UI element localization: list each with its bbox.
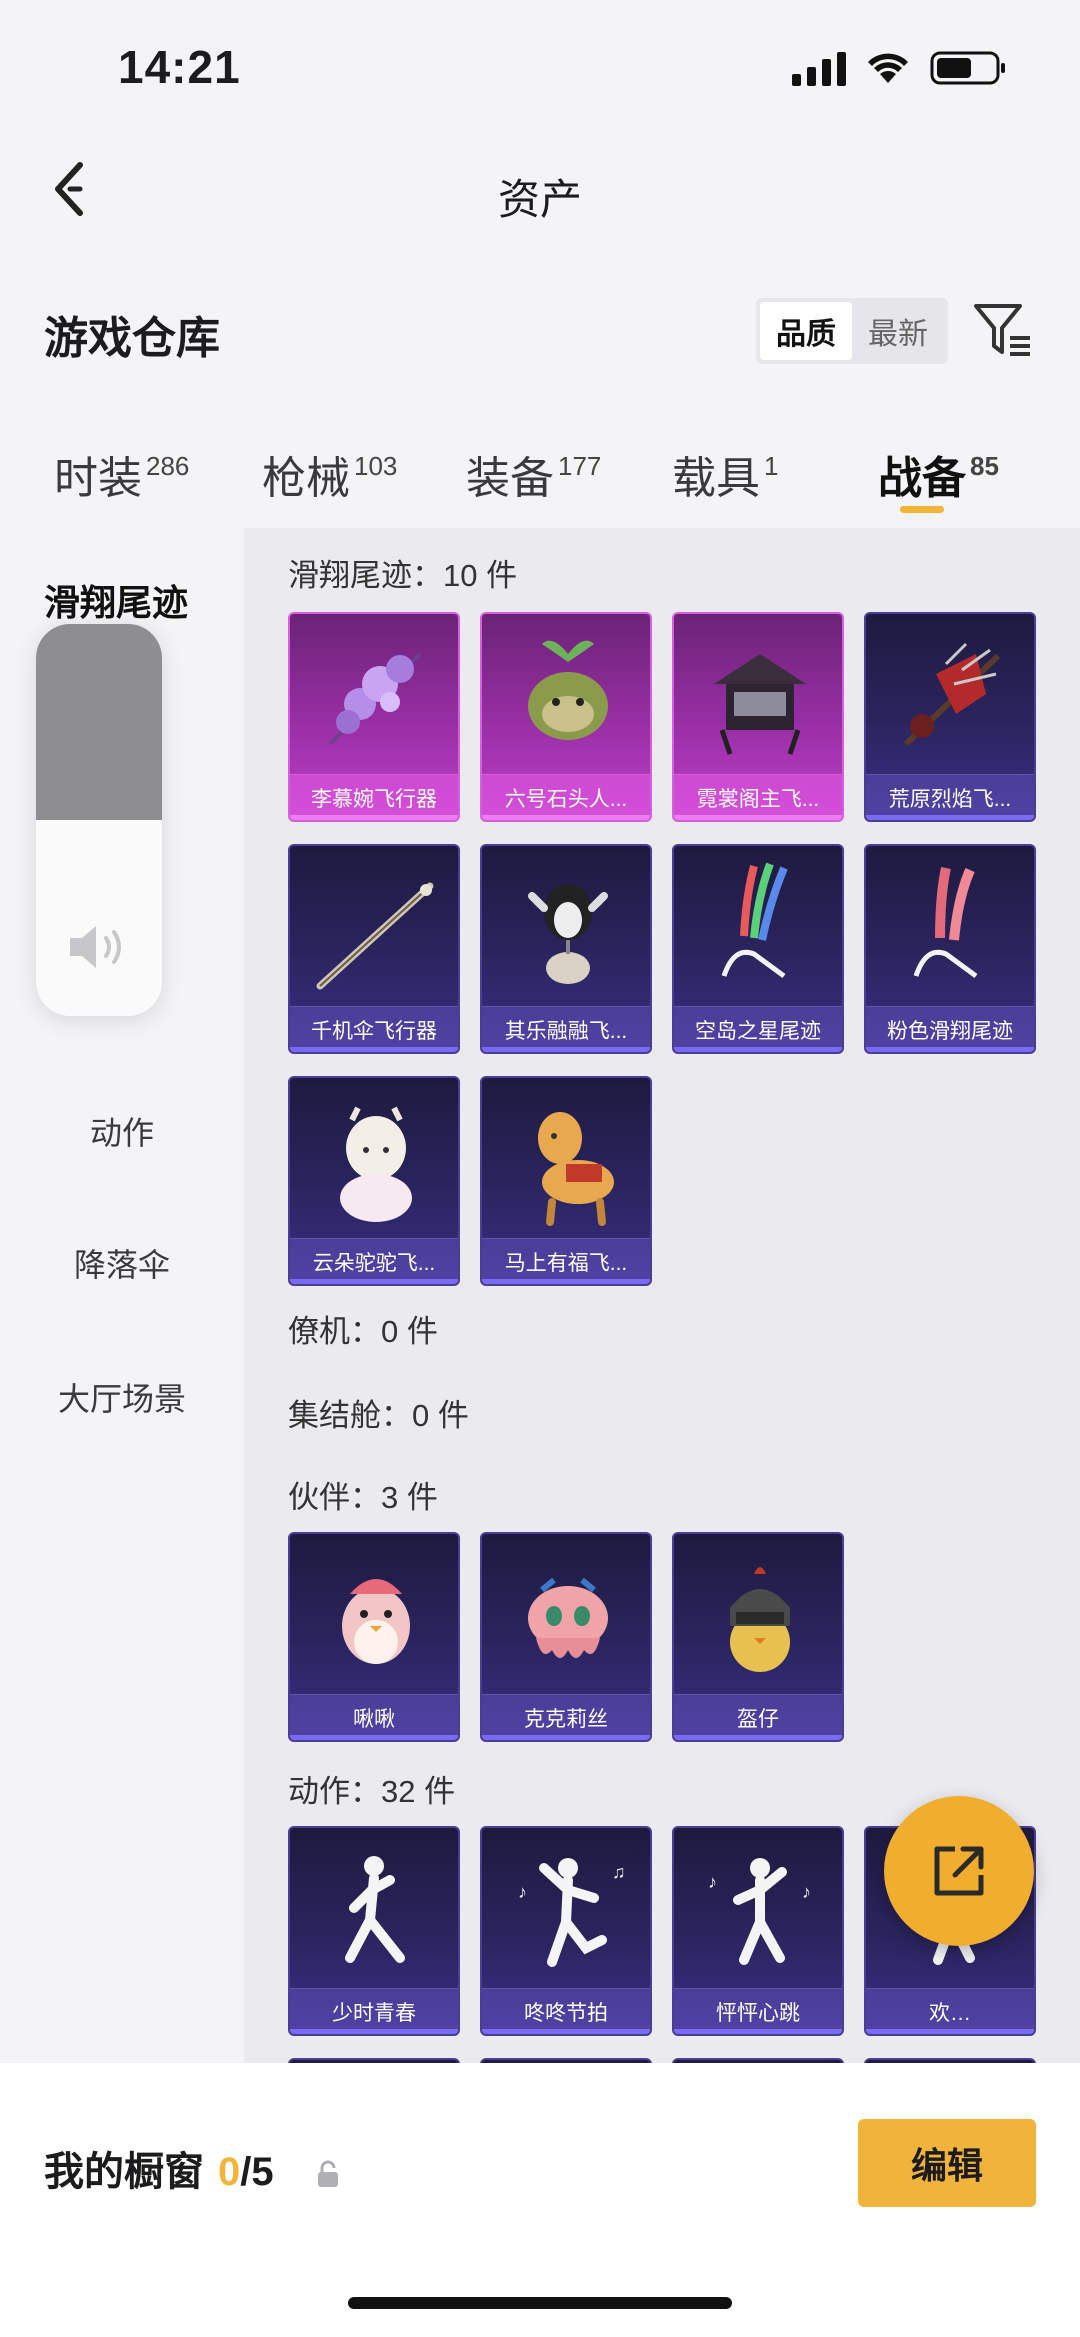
- share-button[interactable]: [884, 1796, 1034, 1946]
- tab-equipment[interactable]: 装备 177: [466, 442, 601, 506]
- tab-fashion[interactable]: 时装 286: [54, 442, 189, 506]
- warehouse-header: 游戏仓库 品质 最新: [0, 280, 1080, 380]
- speaker-icon: [70, 926, 121, 968]
- showcase-label: 我的橱窗: [44, 2150, 204, 2194]
- active-tab-indicator: [900, 506, 944, 513]
- section-title-glide-trail: 滑翔尾迹：10 件: [288, 558, 518, 593]
- section-title-emote: 动作：32 件: [288, 1774, 456, 1809]
- item-card[interactable]: 马上有福飞...: [480, 1076, 652, 1286]
- rainbow-trail-icon: [721, 862, 788, 979]
- section-title-companion: 伙伴：3 件: [288, 1480, 438, 1515]
- item-card[interactable]: 空岛之星尾迹: [672, 844, 844, 1054]
- lock-icon: [317, 2160, 338, 2188]
- filter-button[interactable]: [970, 298, 1034, 362]
- wifi-icon: [868, 53, 908, 83]
- octopus-icon: [528, 1577, 608, 1658]
- pink-trail-icon: [913, 866, 978, 979]
- umbrella-glider-icon: [316, 882, 434, 990]
- item-label: 霓裳阁主飞...: [674, 774, 842, 820]
- home-indicator[interactable]: [348, 2297, 732, 2309]
- dance-pose-icon: ♪♫: [518, 1858, 626, 1967]
- item-label: 怦怦心跳: [674, 1988, 842, 2034]
- item-label: 粉色滑翔尾迹: [866, 1006, 1034, 1052]
- stone-creature-icon: [528, 640, 608, 740]
- horse-glider-icon: [538, 1112, 614, 1226]
- category-tabs: 时装 286 枪械 103 装备 177 载具 1 战备 85: [0, 420, 1080, 530]
- item-card[interactable]: ♪ ♪ 怦怦心跳: [672, 1826, 844, 2036]
- section-title-rally-pod: 集结舱：0 件: [288, 1398, 469, 1433]
- alpaca-glider-icon: [340, 1106, 412, 1222]
- showcase-bar: 我的橱窗 0/5 编辑: [0, 2063, 1080, 2337]
- item-label: 少时青春: [290, 1988, 458, 2034]
- sort-quality-option[interactable]: 品质: [760, 302, 852, 360]
- svg-text:♪: ♪: [802, 1882, 811, 1902]
- item-label: 云朵驼驼飞...: [290, 1238, 458, 1284]
- svg-text:♪: ♪: [518, 1882, 527, 1902]
- pavilion-glider-icon: [714, 654, 806, 755]
- warehouse-title: 游戏仓库: [44, 314, 220, 363]
- svg-text:♪: ♪: [708, 1872, 717, 1892]
- item-card[interactable]: 李慕婉飞行器: [288, 612, 460, 822]
- filter-icon: [974, 304, 1030, 356]
- showcase-count: 0/5: [218, 2150, 274, 2194]
- tab-vehicles[interactable]: 载具 1: [672, 442, 778, 506]
- sort-newest-option[interactable]: 最新: [852, 302, 944, 360]
- sidebar-item-parachute[interactable]: 降落伞: [0, 1240, 244, 1286]
- item-label: 马上有福飞...: [482, 1238, 650, 1284]
- page-title: 资产: [497, 176, 582, 223]
- penguin-glider-icon: [528, 884, 608, 984]
- sidebar-item-lobby-scene[interactable]: 大厅场景: [0, 1374, 244, 1420]
- battery-icon: [930, 51, 1005, 85]
- status-icons: [792, 50, 1008, 86]
- item-label: 六号石头人...: [482, 774, 650, 820]
- dance-pose-icon: [345, 1856, 405, 1963]
- flower-glider-icon: [328, 652, 422, 746]
- external-share-icon: [934, 1846, 984, 1896]
- item-card[interactable]: 六号石头人...: [480, 612, 652, 822]
- sort-segmented-control: 品质 最新: [756, 298, 948, 364]
- item-label: 李慕婉飞行器: [290, 774, 458, 820]
- item-card[interactable]: 克克莉丝: [480, 1532, 652, 1742]
- showcase-title: 我的橱窗 0/5: [44, 2139, 341, 2197]
- item-label: 空岛之星尾迹: [674, 1006, 842, 1052]
- item-label: 欢…: [866, 1988, 1034, 2034]
- item-card[interactable]: ♪ ♫ 咚咚节拍: [480, 1826, 652, 2036]
- section-title-wingman: 僚机：0 件: [288, 1314, 438, 1349]
- item-card[interactable]: 粉色滑翔尾迹: [864, 844, 1036, 1054]
- item-card[interactable]: 少时青春: [288, 1826, 460, 2036]
- item-label: 其乐融融飞...: [482, 1006, 650, 1052]
- status-time: 14:21: [118, 41, 241, 93]
- edit-button[interactable]: 编辑: [858, 2119, 1036, 2207]
- svg-text:♫: ♫: [612, 1862, 626, 1882]
- helmet-chick-icon: [730, 1567, 790, 1672]
- item-card[interactable]: 其乐融融飞...: [480, 844, 652, 1054]
- cellular-signal-icon: [792, 50, 846, 86]
- tab-combat-gear[interactable]: 战备 85: [878, 442, 999, 506]
- status-bar: 14:21: [0, 0, 1080, 130]
- nav-header: 资产: [0, 130, 1080, 250]
- item-card[interactable]: 荒原烈焰飞...: [864, 612, 1036, 822]
- flame-glider-icon: [903, 642, 1001, 747]
- dance-pose-icon: ♪ ♪: [708, 1858, 811, 1965]
- item-card[interactable]: 云朵驼驼飞...: [288, 1076, 460, 1286]
- item-label: 盔仔: [674, 1694, 842, 1740]
- item-card[interactable]: 千机伞飞行器: [288, 844, 460, 1054]
- tab-weapons[interactable]: 枪械 103: [262, 442, 397, 506]
- item-label: 千机伞飞行器: [290, 1006, 458, 1052]
- sidebar-item-emote[interactable]: 动作: [0, 1108, 244, 1154]
- item-card[interactable]: 啾啾: [288, 1532, 460, 1742]
- item-label: 啾啾: [290, 1694, 458, 1740]
- item-label: 克克莉丝: [482, 1694, 650, 1740]
- item-label: 咚咚节拍: [482, 1988, 650, 2034]
- sidebar-item-glide-trail[interactable]: 滑翔尾迹: [44, 574, 188, 626]
- item-card[interactable]: 盔仔: [672, 1532, 844, 1742]
- pink-bird-icon: [342, 1579, 410, 1664]
- item-label: 荒原烈焰飞...: [866, 774, 1034, 820]
- item-card[interactable]: 霓裳阁主飞...: [672, 612, 844, 822]
- volume-hud[interactable]: [36, 624, 162, 1016]
